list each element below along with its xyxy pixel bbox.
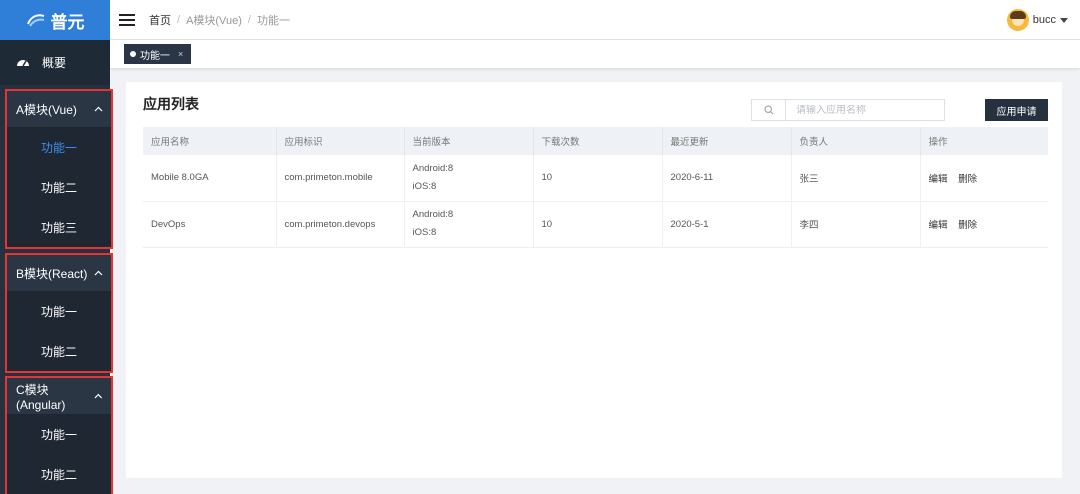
menu-item-a-3[interactable]: 功能三: [7, 207, 111, 247]
menu-group-header-c[interactable]: C模块(Angular): [7, 378, 111, 414]
cell-owner: 张三: [791, 155, 921, 201]
breadcrumb-module[interactable]: A模块(Vue): [186, 12, 242, 28]
apply-button[interactable]: 应用申请: [985, 99, 1048, 121]
logo-text: 普元: [50, 12, 85, 32]
breadcrumb-home[interactable]: 首页: [149, 12, 171, 28]
chevron-up-icon: [94, 393, 103, 398]
cell-app-name: DevOps: [143, 201, 277, 247]
cell-version: Android:8 iOS:8: [404, 155, 534, 201]
version-android: Android:8: [412, 162, 454, 174]
chevron-up-icon: [94, 270, 103, 275]
cell-app-id: com.primeton.mobile: [276, 155, 405, 201]
sidebar-item-label: 概要: [42, 56, 67, 70]
top-header: 首页 / A模块(Vue) / 功能一 bucc: [110, 0, 1080, 40]
menu-item-a-1[interactable]: 功能一: [7, 127, 111, 167]
version-ios: iOS:8: [412, 227, 437, 238]
breadcrumb-separator: /: [247, 13, 251, 26]
group-title: B模块(React): [16, 266, 88, 281]
cell-updated: 2020-5-1: [662, 201, 792, 247]
cell-actions: 编辑 删除: [920, 155, 1048, 201]
search-icon[interactable]: [752, 100, 786, 120]
dashboard-icon: [17, 59, 29, 66]
app-list-card: 应用列表 应用申请 应用名称 应用标识 当前版本 下载次数 最近更新 负责人 操…: [126, 82, 1062, 478]
group-title: A模块(Vue): [16, 102, 77, 117]
version-ios: iOS:8: [412, 180, 437, 192]
column-header: 操作: [928, 137, 948, 148]
menu-group-header-a[interactable]: A模块(Vue): [7, 91, 111, 127]
app-table: 应用名称 应用标识 当前版本 下载次数 最近更新 负责人 操作 Mobile 8…: [143, 127, 1048, 248]
menu-group-header-b[interactable]: B模块(React): [7, 255, 111, 291]
version-android: Android:8: [412, 209, 454, 220]
cell-app-name: Mobile 8.0GA: [143, 155, 277, 201]
tabs-bar: 功能一 ×: [110, 40, 1080, 68]
menu-item-c-1[interactable]: 功能一: [7, 414, 111, 454]
username: bucc: [1032, 14, 1056, 26]
column-header[interactable]: 应用名称: [143, 127, 277, 155]
column-header[interactable]: 负责人: [791, 127, 921, 155]
page-title: 应用列表: [143, 96, 199, 112]
search-input[interactable]: [786, 104, 936, 116]
column-header[interactable]: 应用标识: [276, 127, 405, 155]
column-header[interactable]: 下载次数: [533, 127, 663, 155]
column-header[interactable]: 当前版本: [404, 127, 534, 155]
user-menu[interactable]: bucc: [1006, 9, 1068, 31]
caret-down-icon: [1060, 17, 1068, 23]
menu-item-c-2[interactable]: 功能二: [7, 454, 111, 494]
logo[interactable]: 普元: [0, 0, 110, 40]
cell-app-id: com.primeton.devops: [276, 201, 405, 247]
sidebar-item-overview[interactable]: 概要: [0, 40, 110, 85]
cell-downloads: 10: [533, 155, 663, 201]
menu-item-b-1[interactable]: 功能一: [7, 291, 111, 331]
menu-item-a-2[interactable]: 功能二: [7, 167, 111, 207]
tab-label: 功能一: [140, 50, 170, 62]
cell-owner: 李四: [791, 201, 921, 247]
cell-downloads: 10: [533, 201, 663, 247]
menu-item-b-2[interactable]: 功能二: [7, 331, 111, 371]
breadcrumb-current: 功能一: [256, 14, 290, 27]
menu-toggle-icon[interactable]: [119, 13, 135, 27]
delete-link[interactable]: 删除: [958, 220, 977, 231]
active-dot-icon: [130, 51, 136, 57]
delete-link[interactable]: 删除: [958, 174, 977, 185]
cell-updated: 2020-6-11: [662, 155, 792, 201]
breadcrumb-separator: /: [177, 13, 181, 26]
menu-group-b: B模块(React) 功能一 功能二: [5, 253, 113, 373]
edit-link[interactable]: 编辑: [929, 174, 948, 185]
table-header-row: 应用名称 应用标识 当前版本 下载次数 最近更新 负责人 操作: [143, 127, 1048, 155]
cell-version: Android:8 iOS:8: [404, 201, 534, 247]
table-row: Mobile 8.0GA com.primeton.mobile Android…: [143, 155, 1048, 201]
table-row: DevOps com.primeton.devops Android:8 iOS…: [143, 201, 1048, 247]
column-header[interactable]: 最近更新: [662, 127, 792, 155]
menu-group-a: A模块(Vue) 功能一 功能二 功能三: [5, 89, 113, 249]
tab-feature-1[interactable]: 功能一 ×: [124, 44, 192, 64]
group-title: C模块(Angular): [16, 382, 66, 412]
cell-actions: 编辑 删除: [920, 201, 1048, 247]
menu-group-c: C模块(Angular) 功能一 功能二: [5, 376, 113, 494]
chevron-up-icon: [94, 106, 103, 111]
breadcrumb: 首页 / A模块(Vue) / 功能一: [149, 12, 290, 28]
close-icon[interactable]: ×: [178, 49, 183, 59]
sidebar: 普元 概要 A模块(Vue) 功能一 功能二 功能三 B模块(React) 功能…: [0, 0, 113, 494]
edit-link[interactable]: 编辑: [929, 220, 948, 231]
avatar: [1006, 9, 1029, 31]
search-box: [751, 99, 945, 121]
logo-swirl-icon: [26, 14, 44, 27]
